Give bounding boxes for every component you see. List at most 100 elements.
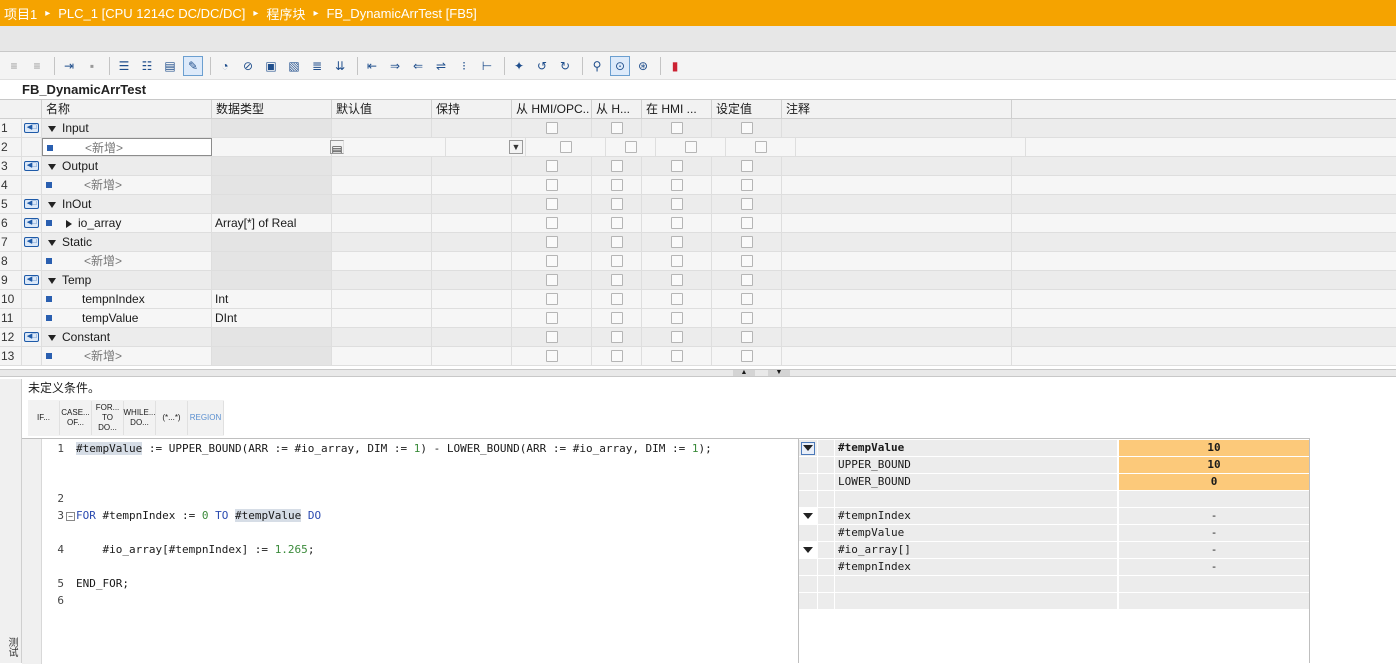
table-row[interactable]: 6 ◀□ io_array Array[*] of Real	[0, 214, 1396, 233]
hmi-write-cell[interactable]	[592, 328, 642, 346]
watch-marker-cell[interactable]	[799, 542, 817, 558]
snippet-while[interactable]: WHILE... DO...	[124, 401, 156, 435]
prev-bookmark-icon[interactable]: ⇐	[408, 56, 428, 76]
fold-toggle-icon[interactable]: −	[66, 511, 75, 521]
line-numbers-icon[interactable]: ⁝	[454, 56, 474, 76]
collapse-triangle-icon[interactable]	[48, 277, 56, 284]
watch-marker-cell[interactable]	[799, 593, 817, 609]
checkbox[interactable]	[740, 217, 753, 229]
monitor-toggle-icon[interactable]: ⊛	[633, 56, 653, 76]
checkbox[interactable]	[670, 198, 683, 210]
add-new-row[interactable]: <新增>	[42, 347, 212, 365]
collapse-triangle-icon[interactable]	[48, 334, 56, 341]
splitter[interactable]: ▲ ▼	[0, 369, 1396, 377]
checkbox[interactable]	[740, 274, 753, 286]
col-header-retain[interactable]: 保持	[432, 100, 512, 118]
code-line[interactable]: 6	[44, 592, 76, 609]
setpoint-cell[interactable]	[712, 252, 782, 270]
hmi-write-cell[interactable]	[592, 271, 642, 289]
checkbox[interactable]	[670, 217, 683, 229]
hmi-visible-cell[interactable]	[642, 233, 712, 251]
hmi-write-cell[interactable]	[592, 309, 642, 327]
checkbox[interactable]	[610, 255, 623, 267]
setpoint-cell[interactable]	[712, 176, 782, 194]
search-icon[interactable]: ⚲	[587, 56, 607, 76]
checkbox[interactable]	[670, 236, 683, 248]
hmi-visible-cell[interactable]	[642, 309, 712, 327]
outline-icon[interactable]: ⊢	[477, 56, 497, 76]
checkbox[interactable]	[610, 331, 623, 343]
code-line[interactable]: 1 #tempValue := UPPER_BOUND(ARR := #io_ar…	[44, 440, 712, 457]
section-name[interactable]: Temp	[42, 271, 212, 289]
hmi-visible-cell[interactable]	[656, 138, 726, 156]
watch-marker-cell[interactable]	[799, 491, 817, 507]
hmi-access-cell[interactable]	[512, 214, 592, 232]
database-icon[interactable]: ▮	[665, 56, 685, 76]
datatype-cell[interactable]	[212, 233, 332, 251]
collapse-icon[interactable]: ▪	[82, 56, 102, 76]
breadcrumb-item[interactable]: 项目1	[4, 4, 37, 23]
hmi-visible-cell[interactable]	[642, 157, 712, 175]
checkbox[interactable]	[545, 293, 558, 305]
hmi-write-cell[interactable]	[606, 138, 656, 156]
left-strip-label[interactable]: 测试	[4, 637, 19, 657]
expand-all-icon[interactable]: ⇥	[59, 56, 79, 76]
hmi-write-cell[interactable]	[592, 347, 642, 365]
setpoint-cell[interactable]	[712, 290, 782, 308]
section-name[interactable]: InOut	[42, 195, 212, 213]
table-row[interactable]: 12 ◀□ Constant	[0, 328, 1396, 347]
checkbox[interactable]	[545, 255, 558, 267]
splitter-down-icon[interactable]: ▼	[768, 369, 790, 376]
checkbox[interactable]	[740, 198, 753, 210]
code-line[interactable]: 5 END_FOR;	[44, 575, 129, 592]
go-to-icon[interactable]: ⇊	[330, 56, 350, 76]
setpoint-cell[interactable]	[712, 119, 782, 137]
hmi-visible-cell[interactable]	[642, 328, 712, 346]
checkbox[interactable]	[610, 160, 623, 172]
table-row[interactable]: 9 ◀□ Temp	[0, 271, 1396, 290]
datatype-cell[interactable]	[212, 119, 332, 137]
hmi-access-cell[interactable]	[526, 138, 606, 156]
collapse-triangle-icon[interactable]	[48, 239, 56, 246]
table-row[interactable]: 4 <新增>	[0, 176, 1396, 195]
step-back-icon[interactable]: ↻	[555, 56, 575, 76]
collapse-triangle-icon[interactable]	[48, 125, 56, 132]
checkbox[interactable]	[670, 293, 683, 305]
delete-breakpoint-icon[interactable]: ⊘	[238, 56, 258, 76]
section-name[interactable]: Output	[42, 157, 212, 175]
col-header-hmi-write[interactable]: 从 H...	[592, 100, 642, 118]
setpoint-cell[interactable]	[712, 347, 782, 365]
wrap-icon[interactable]: ⇌	[431, 56, 451, 76]
checkbox[interactable]	[740, 350, 753, 362]
monitor-snapshot-icon[interactable]: ▤	[160, 56, 180, 76]
breadcrumb-item[interactable]: 程序块	[266, 4, 305, 23]
checkbox[interactable]	[670, 179, 683, 191]
hmi-visible-cell[interactable]	[642, 119, 712, 137]
type-browse-icon[interactable]: ▤	[330, 140, 344, 154]
hmi-access-cell[interactable]	[512, 309, 592, 327]
snippet-comment[interactable]: (*...*)	[156, 401, 188, 435]
hmi-write-cell[interactable]	[592, 176, 642, 194]
hmi-write-cell[interactable]	[592, 233, 642, 251]
table-row[interactable]: 10 tempnIndex Int	[0, 290, 1396, 309]
collapse-box-icon[interactable]	[801, 441, 815, 455]
code-line[interactable]: 2	[44, 490, 76, 507]
hmi-write-cell[interactable]	[592, 290, 642, 308]
checkbox[interactable]	[545, 331, 558, 343]
checkbox[interactable]	[545, 122, 558, 134]
chevron-down-icon[interactable]	[803, 547, 813, 553]
bookmark-icon[interactable]: ⇤	[362, 56, 382, 76]
checkbox[interactable]	[754, 141, 767, 153]
datatype-cell[interactable]	[212, 195, 332, 213]
table-row[interactable]: 7 ◀□ Static	[0, 233, 1396, 252]
checkbox[interactable]	[624, 141, 637, 153]
checkbox[interactable]	[545, 236, 558, 248]
datatype-cell[interactable]	[212, 328, 332, 346]
setpoint-cell[interactable]	[712, 271, 782, 289]
hmi-access-cell[interactable]	[512, 347, 592, 365]
checkbox[interactable]	[684, 141, 697, 153]
table-row[interactable]: 1 ◀□ Input	[0, 119, 1396, 138]
hmi-visible-cell[interactable]	[642, 176, 712, 194]
table-row[interactable]: 13 <新增>	[0, 347, 1396, 366]
retain-dropdown-icon[interactable]: ▼	[509, 140, 523, 154]
